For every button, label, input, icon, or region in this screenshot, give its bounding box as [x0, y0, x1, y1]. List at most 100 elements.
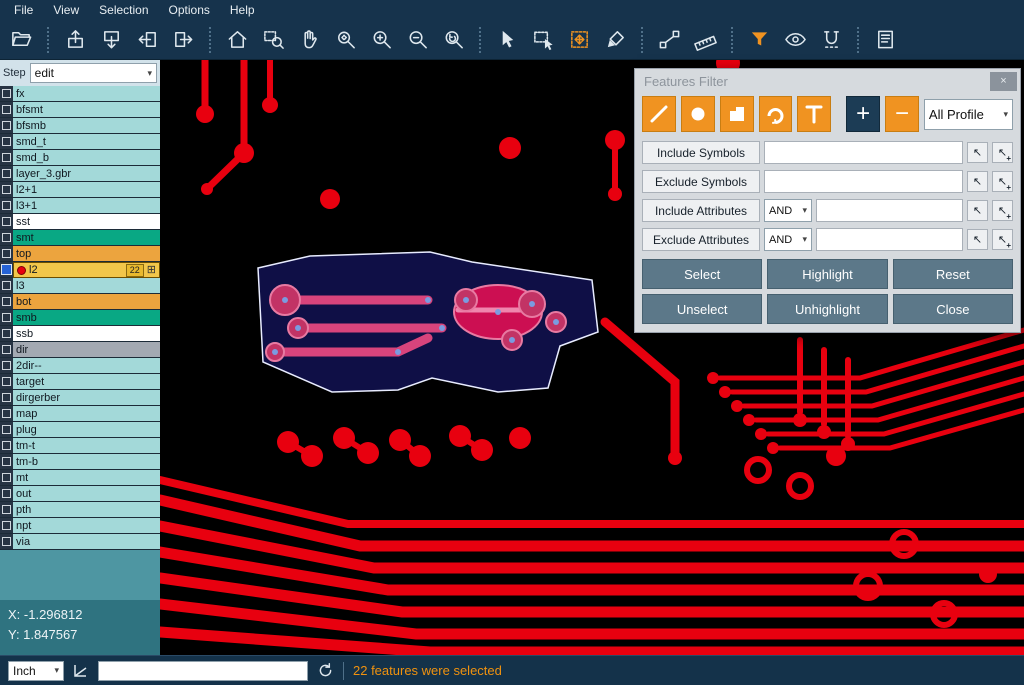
- layer-checkbox[interactable]: [0, 390, 13, 406]
- layer-label[interactable]: map: [13, 406, 160, 422]
- layer-checkbox[interactable]: [0, 246, 13, 262]
- include-attributes-button[interactable]: Include Attributes: [642, 199, 760, 222]
- open-folder-button[interactable]: [4, 23, 38, 57]
- layer-label[interactable]: smb: [13, 310, 160, 326]
- move-selection-button[interactable]: [562, 23, 596, 57]
- layer-label[interactable]: top: [13, 246, 160, 262]
- refresh-button[interactable]: [317, 662, 334, 679]
- features-filter-button[interactable]: [742, 23, 776, 57]
- home-button[interactable]: [220, 23, 254, 57]
- exclude-attributes-pick-button[interactable]: ↖: [967, 229, 988, 250]
- zoom-polygon-button[interactable]: [328, 23, 362, 57]
- layer-checkbox[interactable]: [0, 422, 13, 438]
- line-tool-button[interactable]: [642, 96, 676, 132]
- rect-select-button[interactable]: [526, 23, 560, 57]
- unhighlight-button[interactable]: Unhighlight: [767, 294, 887, 324]
- layer-label[interactable]: tm-b: [13, 454, 160, 470]
- layer-checkbox[interactable]: [0, 486, 13, 502]
- report-button[interactable]: [868, 23, 902, 57]
- profile-select[interactable]: All Profile ▾: [924, 99, 1013, 130]
- include-attributes-pick-add-button[interactable]: ↖+: [992, 200, 1013, 221]
- exclude-symbols-pick-add-button[interactable]: ↖+: [992, 171, 1013, 192]
- layer-label[interactable]: pth: [13, 502, 160, 518]
- snap-button[interactable]: [814, 23, 848, 57]
- layer-row-bfsmb[interactable]: bfsmb: [0, 118, 160, 134]
- zoom-out-button[interactable]: [400, 23, 434, 57]
- measure-line-button[interactable]: [652, 23, 686, 57]
- layer-checkbox[interactable]: [0, 230, 13, 246]
- layer-checkbox[interactable]: [0, 166, 13, 182]
- text-tool-button[interactable]: [797, 96, 831, 132]
- layer-label[interactable]: ssb: [13, 326, 160, 342]
- layer-row-smb[interactable]: smb: [0, 310, 160, 326]
- layer-checkbox[interactable]: [0, 182, 13, 198]
- layer-label[interactable]: via: [13, 534, 160, 550]
- layer-label[interactable]: sst: [13, 214, 160, 230]
- exclude-symbols-pick-button[interactable]: ↖: [967, 171, 988, 192]
- command-input[interactable]: [98, 661, 308, 681]
- include-symbols-pick-add-button[interactable]: ↖+: [992, 142, 1013, 163]
- layer-row-bot[interactable]: bot: [0, 294, 160, 310]
- layer-checkbox[interactable]: [0, 310, 13, 326]
- zoom-window-button[interactable]: [256, 23, 290, 57]
- exclude-symbols-input[interactable]: [764, 170, 963, 193]
- layer-visibility-button[interactable]: [778, 23, 812, 57]
- exclude-attributes-pick-add-button[interactable]: ↖+: [992, 229, 1013, 250]
- layer-checkbox[interactable]: [0, 118, 13, 134]
- layer-checkbox[interactable]: [0, 278, 13, 294]
- layer-label[interactable]: l2+1: [13, 182, 160, 198]
- layer-row-l3+1[interactable]: l3+1: [0, 198, 160, 214]
- layer-row-l2[interactable]: l222⊞: [0, 262, 160, 278]
- layer-label[interactable]: 2dir--: [13, 358, 160, 374]
- zoom-in-button[interactable]: [364, 23, 398, 57]
- layer-row-smd_b[interactable]: smd_b: [0, 150, 160, 166]
- layer-checkbox[interactable]: [0, 134, 13, 150]
- layer-checkbox[interactable]: [0, 342, 13, 358]
- layer-checkbox[interactable]: [0, 294, 13, 310]
- layer-row-via[interactable]: via: [0, 534, 160, 550]
- layer-label[interactable]: bfsmb: [13, 118, 160, 134]
- layer-label[interactable]: smd_b: [13, 150, 160, 166]
- menu-help[interactable]: Help: [220, 2, 265, 18]
- include-attributes-input[interactable]: [816, 199, 963, 222]
- layer-row-smd_t[interactable]: smd_t: [0, 134, 160, 150]
- surface-tool-button[interactable]: [720, 96, 754, 132]
- layer-label[interactable]: l222⊞: [13, 262, 160, 278]
- layer-checkbox[interactable]: [0, 198, 13, 214]
- layer-row-sst[interactable]: sst: [0, 214, 160, 230]
- layer-label[interactable]: plug: [13, 422, 160, 438]
- layer-label[interactable]: bfsmt: [13, 102, 160, 118]
- import-left-button[interactable]: [130, 23, 164, 57]
- layer-label[interactable]: dir: [13, 342, 160, 358]
- layer-label[interactable]: smd_t: [13, 134, 160, 150]
- step-select[interactable]: edit ▾: [30, 63, 157, 83]
- layer-checkbox[interactable]: [0, 86, 13, 102]
- layer-checkbox[interactable]: [0, 470, 13, 486]
- reset-button[interactable]: Reset: [893, 259, 1013, 289]
- layer-row-out[interactable]: out: [0, 486, 160, 502]
- layer-row-l2+1[interactable]: l2+1: [0, 182, 160, 198]
- layer-label[interactable]: mt: [13, 470, 160, 486]
- exclude-attributes-logic-select[interactable]: AND ▾: [764, 228, 812, 251]
- include-attributes-logic-select[interactable]: AND ▾: [764, 199, 812, 222]
- layer-checkbox[interactable]: [0, 102, 13, 118]
- layer-label[interactable]: tm-t: [13, 438, 160, 454]
- include-symbols-input[interactable]: [764, 141, 963, 164]
- layer-row-plug[interactable]: plug: [0, 422, 160, 438]
- layer-checkbox[interactable]: [0, 326, 13, 342]
- layer-checkbox[interactable]: [0, 518, 13, 534]
- layer-checkbox[interactable]: [0, 358, 13, 374]
- layer-row-tm-t[interactable]: tm-t: [0, 438, 160, 454]
- layer-checkbox[interactable]: [0, 454, 13, 470]
- layer-row-npt[interactable]: npt: [0, 518, 160, 534]
- layer-row-dir[interactable]: dir: [0, 342, 160, 358]
- dialog-close-button[interactable]: ×: [990, 72, 1017, 91]
- layer-row-top[interactable]: top: [0, 246, 160, 262]
- layer-label[interactable]: smt: [13, 230, 160, 246]
- menu-selection[interactable]: Selection: [89, 2, 158, 18]
- unselect-button[interactable]: Unselect: [642, 294, 762, 324]
- layer-label[interactable]: npt: [13, 518, 160, 534]
- layer-row-pth[interactable]: pth: [0, 502, 160, 518]
- menu-file[interactable]: File: [4, 2, 43, 18]
- import-right-button[interactable]: [166, 23, 200, 57]
